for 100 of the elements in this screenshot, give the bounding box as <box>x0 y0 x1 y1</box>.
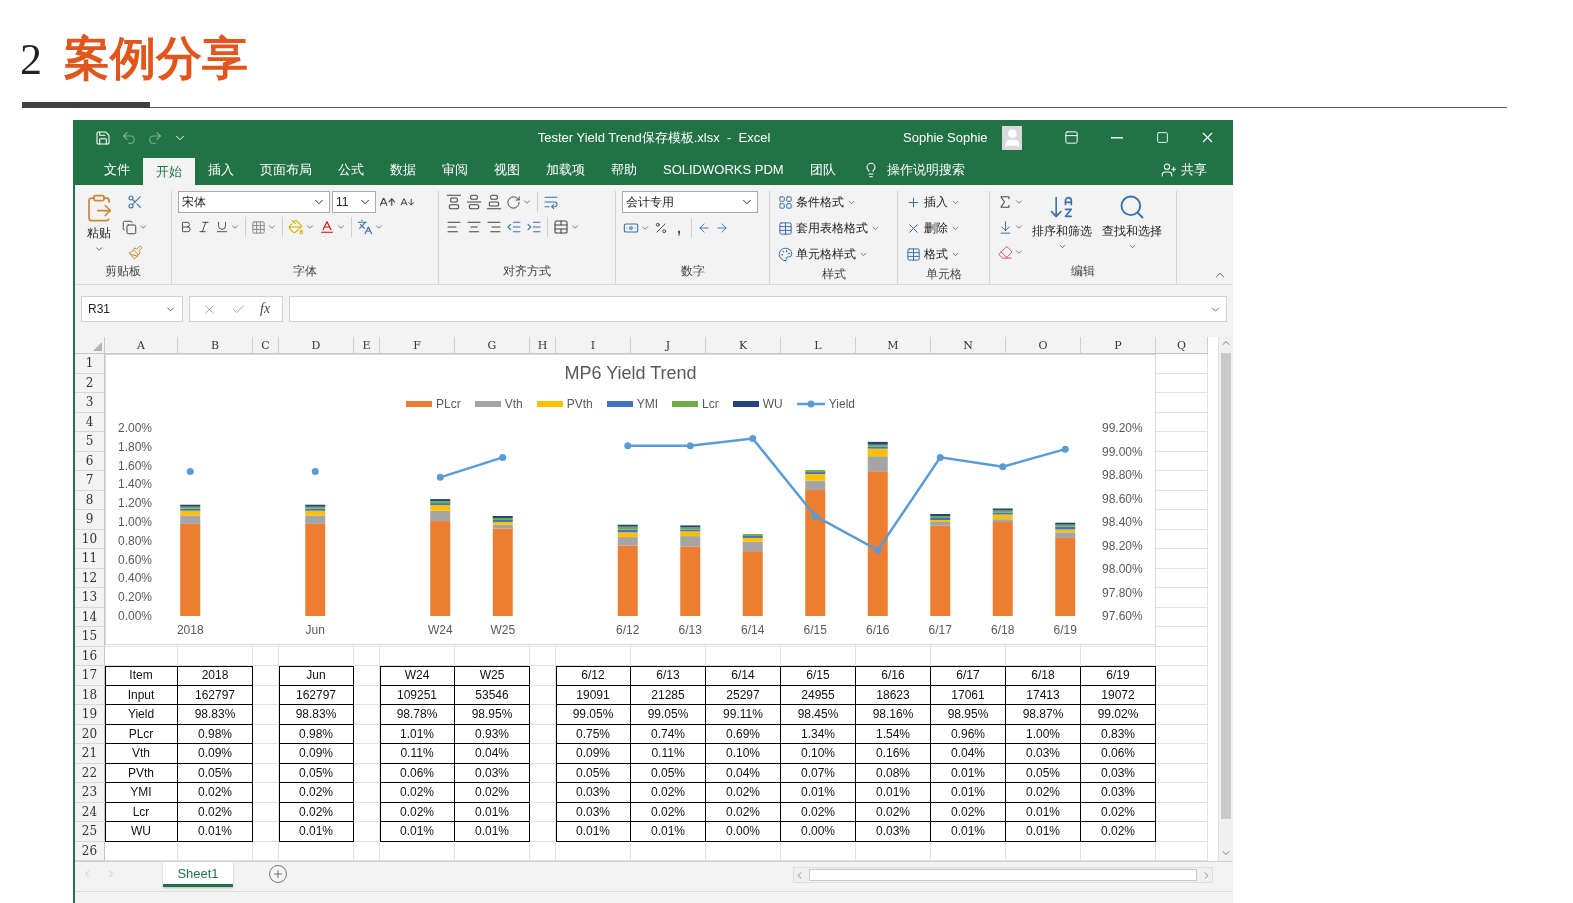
table-cell: 0.01% <box>931 763 1006 783</box>
column-header[interactable]: M <box>856 337 931 354</box>
row-header[interactable]: 7 <box>75 471 105 491</box>
cells-menu-button[interactable]: 格式 <box>904 243 962 266</box>
table-cell: 0.02% <box>931 802 1006 822</box>
row-header[interactable]: 16 <box>75 646 105 666</box>
row-header[interactable]: 3 <box>75 393 105 413</box>
row-header[interactable]: 18 <box>75 685 105 705</box>
menu-label: 套用表格格式 <box>796 220 868 237</box>
row-header[interactable]: 10 <box>75 529 105 549</box>
ribbon-tab[interactable]: 团队 <box>796 156 849 183</box>
row-header[interactable]: 15 <box>75 627 105 647</box>
ribbon-tab[interactable]: 公式 <box>325 156 377 183</box>
row-header[interactable]: 21 <box>75 744 105 764</box>
ribbon-tab[interactable]: 数据 <box>377 156 429 183</box>
share-button[interactable]: 共享 <box>1155 156 1213 183</box>
table-cell: 0.01% <box>856 783 931 803</box>
row-header[interactable]: 12 <box>75 568 105 588</box>
column-header[interactable]: A <box>105 337 178 354</box>
style-menu-button[interactable]: 套用表格格式 <box>776 217 882 240</box>
ribbon-tab[interactable]: 视图 <box>481 156 533 183</box>
table-cell: 0.02% <box>706 783 781 803</box>
ribbon-tab[interactable]: SOLIDWORKS PDM <box>650 156 797 183</box>
axis-tick-label: 1.00% <box>117 515 152 529</box>
cells-menu-button[interactable]: 插入 <box>904 191 962 214</box>
tell-me-label: 操作说明搜索 <box>886 160 965 179</box>
insert-function-button[interactable]: fx <box>260 301 271 317</box>
table-cell: 162797 <box>279 685 354 705</box>
column-header[interactable]: J <box>631 337 706 354</box>
row-header[interactable]: 23 <box>75 783 105 803</box>
row-header[interactable]: 13 <box>75 588 105 608</box>
column-header[interactable]: K <box>706 337 781 354</box>
row-header[interactable]: 2 <box>75 373 105 393</box>
row-header[interactable]: 9 <box>75 510 105 530</box>
name-box[interactable]: R31 <box>81 296 183 322</box>
table-cell: Vth <box>105 744 178 764</box>
font-name-field[interactable]: 宋体 <box>178 191 330 213</box>
table-cell: YMI <box>105 783 178 803</box>
row-header[interactable]: 14 <box>75 607 105 627</box>
paste-button[interactable]: 粘贴 <box>81 191 117 263</box>
axis-tick-label: 0.80% <box>117 533 152 548</box>
table-cell: 0.02% <box>279 802 354 822</box>
group-label: 剪贴板 <box>105 263 141 280</box>
table-cell: 0.02% <box>455 783 530 803</box>
row-header[interactable]: 11 <box>75 549 105 569</box>
row-header[interactable]: 25 <box>75 822 105 842</box>
legend-label: WU <box>762 397 783 411</box>
ribbon-tab[interactable]: 开始 <box>143 158 195 185</box>
row-header[interactable]: 17 <box>75 666 105 686</box>
row-header[interactable]: 19 <box>75 705 105 725</box>
row-header[interactable]: 22 <box>75 763 105 783</box>
axis-tick-label: 98.40% <box>1102 515 1143 529</box>
menu-label: 单元格样式 <box>796 246 856 263</box>
legend-label: PVth <box>566 397 593 411</box>
table-cell: 0.02% <box>1006 783 1081 803</box>
row-header[interactable]: 24 <box>75 802 105 822</box>
row-header[interactable]: 1 <box>75 354 105 374</box>
column-header[interactable]: I <box>556 337 631 354</box>
column-header[interactable]: F <box>380 337 455 354</box>
sheet-tab[interactable]: Sheet1 <box>163 862 233 887</box>
ribbon-tab[interactable]: 帮助 <box>598 156 650 183</box>
table-cell: PVth <box>105 763 178 783</box>
find-select-button[interactable]: 查找和选择 <box>1099 191 1165 263</box>
font-size-field[interactable]: 11 <box>332 191 376 213</box>
ribbon-tab[interactable]: 文件 <box>91 156 143 183</box>
table-cell: 0.00% <box>781 822 856 842</box>
style-menu-button[interactable]: 条件格式 <box>776 191 882 214</box>
column-header[interactable]: P <box>1081 337 1156 354</box>
column-header[interactable]: D <box>279 337 354 354</box>
row-header[interactable]: 8 <box>75 490 105 510</box>
category-label: 6/16 <box>866 623 890 637</box>
row-header[interactable]: 4 <box>75 412 105 432</box>
category-label: W24 <box>427 623 453 637</box>
ribbon-tab[interactable]: 审阅 <box>429 156 481 183</box>
ribbon-tab[interactable]: 页面布局 <box>247 156 325 183</box>
row-header[interactable]: 26 <box>75 841 105 861</box>
column-header[interactable]: Q <box>1156 337 1208 354</box>
ribbon-tab[interactable]: 加载项 <box>533 156 598 183</box>
column-header[interactable]: N <box>931 337 1006 354</box>
number-format-field[interactable]: 会计专用 <box>622 191 758 213</box>
cells-menu-button[interactable]: 删除 <box>904 217 962 240</box>
group-label: 编辑 <box>1071 263 1095 280</box>
column-header[interactable]: H <box>530 337 556 354</box>
column-header[interactable]: G <box>455 337 530 354</box>
column-header[interactable]: C <box>253 337 279 354</box>
table-header-cell: 6/14 <box>706 666 781 686</box>
axis-tick-label: 97.80% <box>1102 585 1143 600</box>
column-header[interactable]: L <box>781 337 856 354</box>
column-header[interactable]: O <box>1006 337 1081 354</box>
row-header[interactable]: 20 <box>75 724 105 744</box>
column-header[interactable]: E <box>354 337 380 354</box>
sort-filter-button[interactable]: 排序和筛选 <box>1029 191 1095 263</box>
row-header[interactable]: 5 <box>75 432 105 452</box>
row-header[interactable]: 6 <box>75 451 105 471</box>
tell-me-search[interactable]: 操作说明搜索 <box>856 156 971 183</box>
style-menu-button[interactable]: 单元格样式 <box>776 243 882 266</box>
column-header[interactable]: B <box>178 337 253 354</box>
ribbon-tab[interactable]: 插入 <box>195 156 247 183</box>
table-cell: 0.02% <box>631 802 706 822</box>
comma-style-button[interactable]: , <box>671 216 687 239</box>
